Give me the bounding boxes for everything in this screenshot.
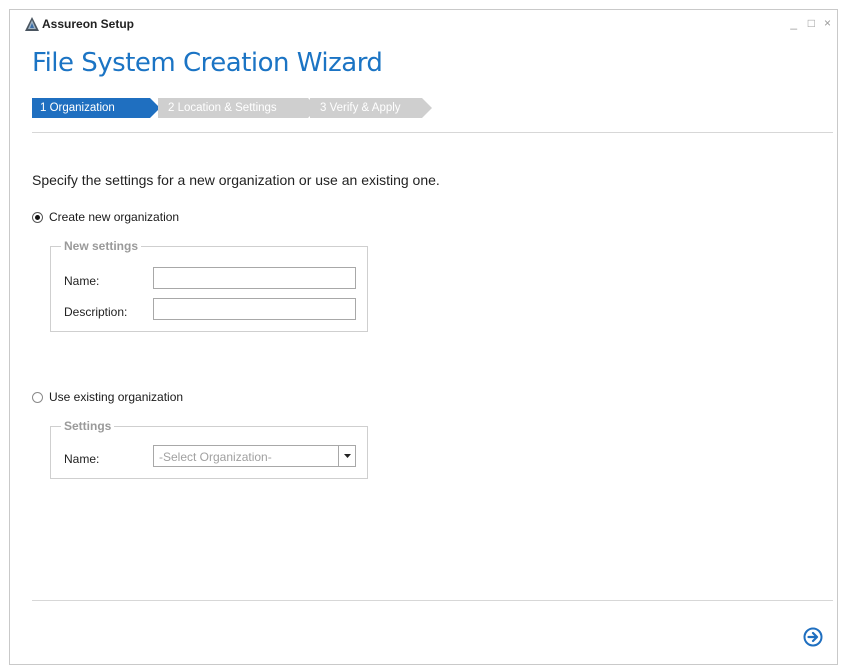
step-organization: 1 Organization [32, 98, 160, 118]
create-new-label: Create new organization [49, 210, 180, 224]
header-divider [32, 132, 833, 133]
use-existing-label: Use existing organization [49, 390, 184, 404]
chevron-down-icon [343, 454, 351, 458]
name-label: Name: [64, 274, 100, 288]
minimize-button[interactable]: _ [790, 16, 797, 30]
organization-description-input[interactable] [153, 298, 356, 320]
new-settings-group: New settings Name: Description: [50, 239, 368, 332]
existing-settings-group: Settings Name: -Select Organization- [50, 419, 368, 479]
create-new-organization-option[interactable]: Create new organization [32, 210, 179, 224]
maximize-button[interactable]: □ [808, 16, 815, 30]
group-title: New settings [61, 239, 142, 253]
select-placeholder: -Select Organization- [159, 450, 272, 464]
name-label: Name: [64, 452, 100, 466]
organization-select[interactable]: -Select Organization- [153, 445, 356, 467]
group-title: Settings [61, 419, 115, 433]
step-label: 3 Verify & Apply [320, 102, 401, 114]
wizard-title: File System Creation Wizard [32, 48, 383, 78]
use-existing-radio[interactable] [32, 391, 43, 403]
title-bar: Assureon Setup _ □ × [10, 10, 837, 38]
create-new-radio[interactable] [32, 211, 43, 223]
arrow-right-circle-icon[interactable] [803, 627, 823, 647]
use-existing-organization-option[interactable]: Use existing organization [32, 390, 183, 404]
step-label: 1 Organization [40, 102, 115, 114]
step-arrow-icon [422, 98, 432, 118]
step-location-settings: 2 Location & Settings [158, 98, 318, 118]
setup-window: Assureon Setup _ □ × File System Creatio… [9, 9, 838, 665]
description-label: Description: [64, 305, 128, 319]
footer-divider [32, 600, 833, 601]
assureon-logo-icon [25, 17, 39, 31]
instructions-text: Specify the settings for a new organizat… [32, 172, 440, 188]
step-label: 2 Location & Settings [168, 102, 277, 114]
close-button[interactable]: × [824, 16, 831, 30]
organization-name-input[interactable] [153, 267, 356, 289]
dropdown-button[interactable] [338, 446, 355, 466]
step-verify-apply: 3 Verify & Apply [310, 98, 432, 118]
window-title: Assureon Setup [42, 17, 135, 31]
